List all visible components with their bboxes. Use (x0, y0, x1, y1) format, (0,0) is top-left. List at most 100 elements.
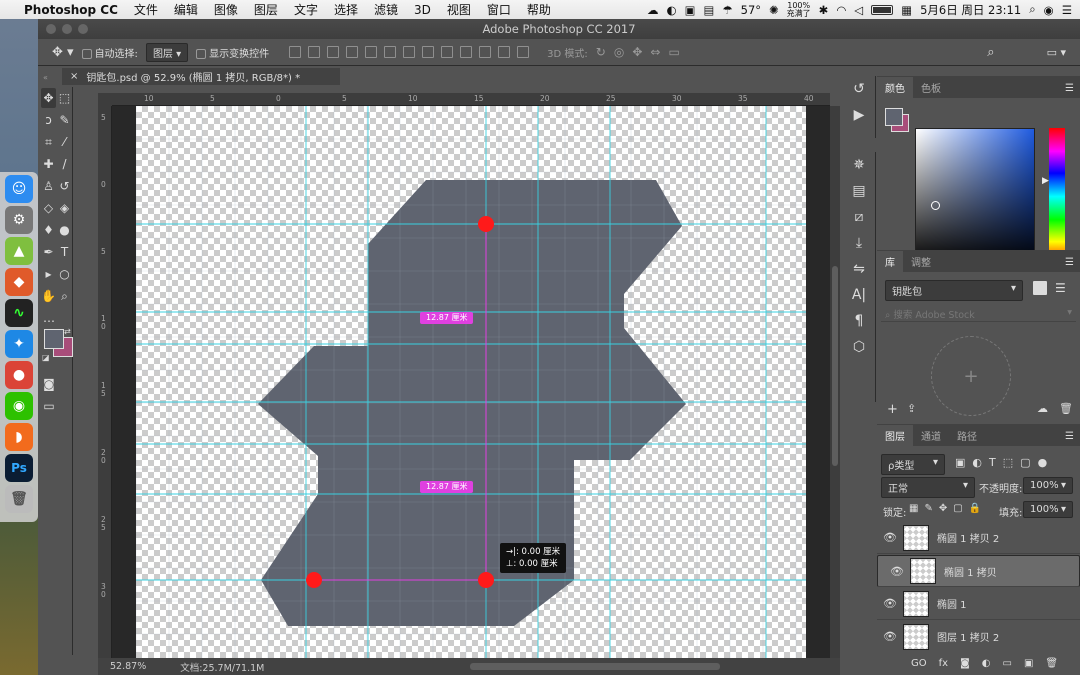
default-colors-icon[interactable]: ◪ (42, 353, 50, 362)
character-icon[interactable]: A| (842, 282, 876, 308)
3d-rotate-icon[interactable]: ↻ (596, 45, 606, 59)
fill-field[interactable]: 100% ▾ (1023, 501, 1073, 518)
layer-name[interactable]: 椭圆 1 (937, 596, 967, 611)
tab-layers[interactable]: 图层 (877, 425, 913, 446)
battery-icon[interactable] (871, 4, 894, 15)
properties-icon[interactable]: ✵ (842, 152, 876, 178)
show-transform-checkbox[interactable]: 显示变换控件 (196, 45, 269, 60)
color-picker-cursor[interactable] (931, 201, 940, 210)
ruler-origin[interactable] (98, 93, 112, 106)
photoshop-icon[interactable]: Ps (5, 454, 33, 482)
volume-icon[interactable]: ◁ (854, 3, 863, 17)
clock[interactable]: 5月6日 周日 23:11 (920, 2, 1021, 18)
layer-row[interactable]: 👁 图层 1 拷贝 2 (877, 621, 1080, 652)
lock-artboard-icon[interactable]: ▢ (953, 503, 962, 514)
distribute-vcenter-icon[interactable] (422, 46, 435, 58)
ellipse-tool-icon[interactable]: ○ (57, 264, 72, 284)
align-bottom-icon[interactable] (327, 46, 340, 58)
zoom-level[interactable]: 52.87% (110, 661, 146, 672)
marquee-tool-icon[interactable]: ⬚ (57, 88, 72, 108)
flag-icon[interactable]: ▦ (901, 3, 912, 17)
align-hcenter-icon[interactable] (365, 46, 378, 58)
brushes-icon[interactable]: ⤓ (842, 230, 876, 256)
delete-layer-icon[interactable]: 🗑 (1045, 658, 1058, 669)
menu-filter[interactable]: 滤镜 (366, 1, 406, 18)
filter-toggle-icon[interactable]: ● (1038, 456, 1048, 469)
menubar-icon[interactable]: ▤ (703, 3, 714, 17)
align-left-icon[interactable] (346, 46, 359, 58)
foreground-color-swatch[interactable] (885, 108, 903, 126)
lock-all-icon[interactable]: 🔒 (969, 503, 981, 514)
3d-scale-icon[interactable]: ▭ (668, 45, 679, 59)
screen-mode-icon[interactable]: ▭ (41, 396, 57, 416)
vertical-scrollbar[interactable] (830, 106, 840, 658)
chrome-icon[interactable]: ● (5, 361, 33, 389)
document-tab[interactable]: × 钥匙包.psd @ 52.9% (椭圆 1 拷贝, RGB/8*) * (62, 68, 340, 87)
app-icon[interactable]: ◆ (5, 268, 33, 296)
finder-icon[interactable]: ☺ (5, 175, 33, 203)
document-canvas[interactable]: 12.87 厘米 12.87 厘米 (136, 106, 806, 658)
hue-slider[interactable] (1049, 128, 1065, 265)
layer-thumbnail[interactable] (910, 558, 936, 584)
layer-style-icon[interactable]: fx (939, 658, 948, 669)
paint-bucket-tool-icon[interactable]: ◈ (57, 198, 72, 218)
doc-size[interactable]: 文档:25.7M/71.1M (180, 660, 264, 674)
lock-position-icon[interactable]: ✥ (939, 503, 947, 514)
creative-cloud-icon[interactable]: ☁ (647, 3, 659, 17)
hand-tool-icon[interactable]: ✋ (41, 286, 56, 306)
layer-row[interactable]: 👁 椭圆 1 拷贝 2 (877, 522, 1080, 554)
eraser-tool-icon[interactable]: ◇ (41, 198, 56, 218)
healing-brush-tool-icon[interactable]: ✚ (41, 154, 56, 174)
align-right-icon[interactable] (384, 46, 397, 58)
safari-icon[interactable]: ✦ (5, 330, 33, 358)
3d-pan-icon[interactable]: ✥ (632, 45, 642, 59)
list-view-icon[interactable]: ☰ (1055, 281, 1066, 295)
adjustment-layer-icon[interactable]: ◐ (982, 658, 991, 669)
add-content-icon[interactable]: + (931, 336, 1011, 416)
layer-name[interactable]: 图层 1 拷贝 2 (937, 629, 999, 644)
scrollbar-thumb[interactable] (832, 266, 838, 466)
dodge-tool-icon[interactable]: ● (57, 220, 72, 240)
align-top-icon[interactable] (289, 46, 302, 58)
quick-mask-icon[interactable]: ◙ (41, 374, 57, 394)
trash-icon[interactable]: 🗑 (1059, 402, 1073, 415)
add-icon[interactable]: + (887, 402, 898, 417)
auto-align-icon[interactable] (517, 46, 530, 58)
menu-window[interactable]: 窗口 (479, 1, 519, 18)
menubar-icon[interactable]: ◐ (667, 3, 677, 17)
layer-thumbnail[interactable] (903, 524, 929, 551)
new-layer-icon[interactable]: ▣ (1024, 658, 1033, 669)
workspace-icon[interactable]: ▭ ▾ (1047, 46, 1066, 59)
battery-text[interactable]: 100% 充满了 (787, 1, 811, 18)
minimize-window-button[interactable] (62, 24, 72, 34)
lock-transparent-icon[interactable]: ▦ (909, 503, 918, 514)
menu-3d[interactable]: 3D (406, 3, 439, 17)
opacity-field[interactable]: 100% ▾ (1023, 477, 1073, 494)
layer-name[interactable]: 椭圆 1 拷贝 (944, 564, 997, 579)
grid-view-icon[interactable] (1033, 281, 1047, 295)
tab-libraries[interactable]: 库 (877, 251, 903, 272)
color-field[interactable] (915, 128, 1035, 265)
fan-icon[interactable]: ✺ (769, 3, 779, 17)
tab-adjustments[interactable]: 调整 (903, 251, 939, 272)
3d-roll-icon[interactable]: ◎ (614, 45, 624, 59)
tab-swatches[interactable]: 色板 (913, 77, 949, 98)
tab-paths[interactable]: 路径 (949, 425, 985, 446)
stock-search-field[interactable]: ⌕ 搜索 Adobe Stock ▾ (881, 304, 1076, 322)
close-tab-icon[interactable]: × (70, 71, 78, 82)
blend-mode-dropdown[interactable]: 正常 ▾ (881, 477, 975, 498)
horizontal-scrollbar-thumb[interactable] (470, 663, 720, 670)
menubar-icon[interactable]: ☂ (722, 3, 732, 17)
distribute-left-icon[interactable] (460, 46, 473, 58)
wechat-icon[interactable]: ◉ (5, 392, 33, 420)
pen-tool-icon[interactable]: ✒ (41, 242, 56, 262)
notification-center-icon[interactable]: ☰ (1062, 3, 1072, 17)
auto-select-dropdown[interactable]: 图层 ▾ (145, 42, 189, 62)
type-filter-icon[interactable]: T (989, 456, 996, 469)
adjust-icon[interactable]: ⇋ (842, 256, 876, 282)
visibility-eye-icon[interactable]: 👁 (877, 630, 903, 643)
distribute-hcenter-icon[interactable] (479, 46, 492, 58)
bluetooth-icon[interactable]: ✱ (819, 3, 829, 17)
history-brush-tool-icon[interactable]: ↺ (57, 176, 72, 196)
anchor-marker[interactable] (478, 572, 494, 588)
